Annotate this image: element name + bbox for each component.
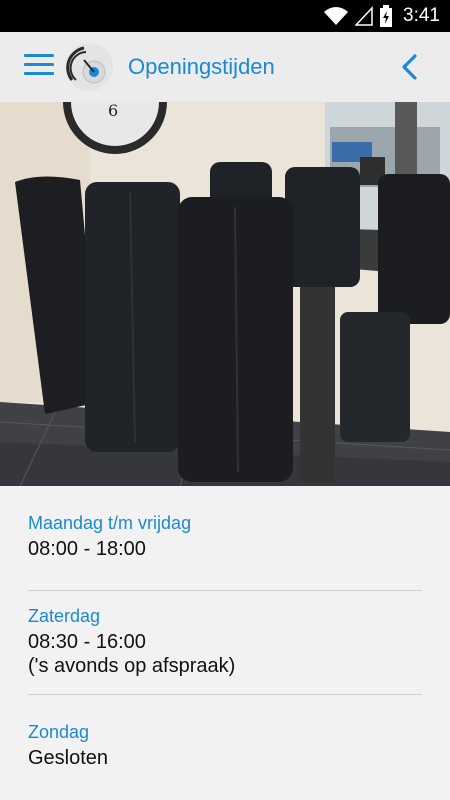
- day-label: Zondag: [28, 722, 90, 742]
- hours-value: 08:30 - 16:00: [28, 631, 146, 653]
- divider: [28, 590, 422, 591]
- status-time: 3:41: [403, 5, 440, 26]
- back-button[interactable]: [398, 52, 422, 82]
- svg-text:6: 6: [108, 102, 118, 120]
- day-label: Maandag t/m vrijdag: [28, 513, 192, 533]
- hero-image: 6: [0, 102, 450, 486]
- page-title: Openingstijden: [128, 54, 275, 79]
- hours-sunday: Zondag Gesloten: [0, 722, 108, 770]
- menu-button[interactable]: [24, 54, 54, 80]
- hours-value: 08:00 - 18:00: [28, 538, 146, 560]
- hours-value: Gesloten: [28, 747, 109, 769]
- chevron-left-icon: [402, 54, 417, 80]
- hours-note: ('s avonds op afspraak): [28, 655, 236, 677]
- app-logo-icon: [65, 43, 113, 91]
- divider: [28, 694, 422, 695]
- status-icons: 3:41: [323, 0, 440, 32]
- app-bar: Openingstijden: [0, 32, 450, 103]
- signal-icon: [355, 6, 373, 26]
- wifi-icon: [324, 7, 349, 25]
- dining-table-photo: 6: [0, 102, 450, 486]
- day-label: Zaterdag: [28, 606, 101, 626]
- status-bar: 3:41: [0, 0, 450, 32]
- hours-weekdays: Maandag t/m vrijdag 08:00 - 18:00: [0, 513, 191, 561]
- hamburger-menu-icon: [24, 54, 54, 57]
- hours-saturday: Zaterdag 08:30 - 16:00 ('s avonds op afs…: [0, 606, 235, 678]
- battery-icon: [380, 5, 393, 27]
